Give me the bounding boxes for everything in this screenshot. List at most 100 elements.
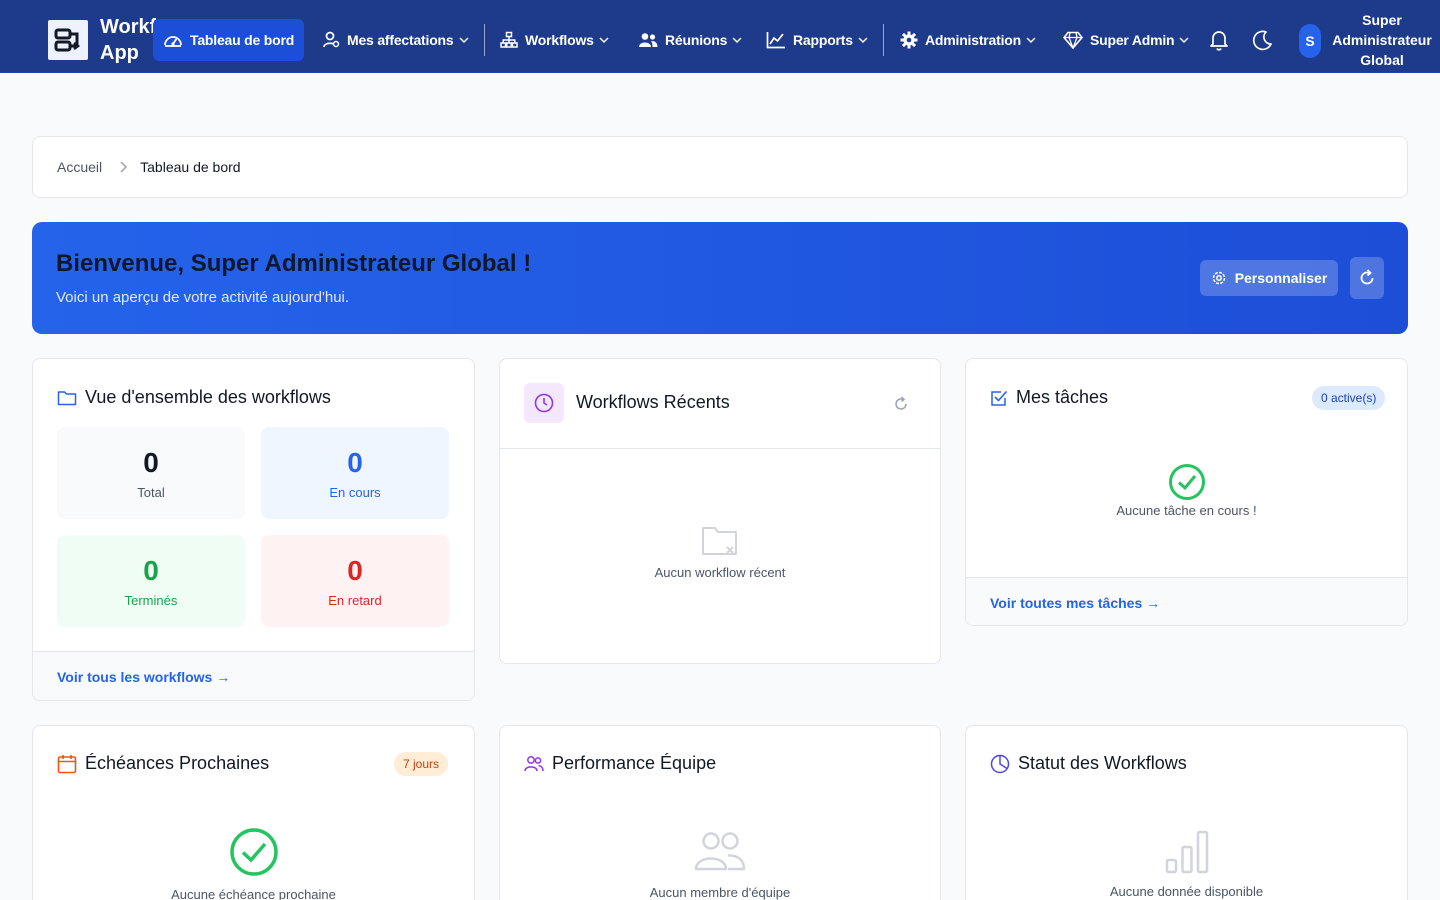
customize-button[interactable]: Personnaliser xyxy=(1200,260,1338,296)
chevron-down-icon xyxy=(731,34,743,46)
chevron-down-icon xyxy=(1025,34,1037,46)
bar-chart-icon xyxy=(1165,830,1208,874)
deadline-range-badge: 7 jours xyxy=(394,752,449,776)
diamond-icon xyxy=(1063,31,1083,49)
stat-total-value: 0 xyxy=(143,446,159,478)
refresh-icon xyxy=(1360,269,1374,285)
moon-icon xyxy=(1252,30,1272,51)
nav-dashboard[interactable]: Tableau de bord xyxy=(153,19,305,61)
nav-workflows-label: Workflows xyxy=(525,32,594,48)
folder-x-icon xyxy=(702,527,737,555)
chevron-down-icon xyxy=(1178,34,1190,46)
calendar-icon xyxy=(57,754,77,773)
refresh-recent-button[interactable] xyxy=(891,394,911,414)
workflow-overview-title: Vue d'ensemble des workflows xyxy=(57,387,331,408)
stat-in-progress[interactable]: 0 En cours xyxy=(261,427,449,519)
bell-icon xyxy=(1210,31,1228,51)
team-performance-title-text: Performance Équipe xyxy=(552,753,717,773)
team-performance-empty-text: Aucun membre d'équipe xyxy=(649,885,791,900)
upcoming-deadlines-card: Échéances Prochaines 7 jours Aucune éché… xyxy=(32,725,475,900)
recent-workflows-title: Workflows Récents xyxy=(576,392,730,412)
nav-divider xyxy=(883,24,884,56)
my-tasks-title: Mes tâches xyxy=(990,387,1108,408)
nav-super-admin-label: Super Admin xyxy=(1090,32,1175,48)
refresh-icon xyxy=(895,396,907,410)
notifications-button[interactable] xyxy=(1208,28,1230,52)
workflow-overview-card: Vue d'ensemble des workflows 0 Total 0 E… xyxy=(32,358,475,701)
workflow-status-empty: Aucune donnée disponible xyxy=(966,830,1407,899)
users-meeting-icon xyxy=(638,32,658,48)
dark-mode-toggle[interactable] xyxy=(1251,28,1273,52)
dashboard-gauge-icon xyxy=(163,32,183,48)
check-circle-icon xyxy=(229,828,278,876)
view-all-workflows-link[interactable]: Voir tous les workflows → xyxy=(57,669,230,685)
divider xyxy=(500,448,940,449)
nav-administration[interactable]: Administration xyxy=(890,19,1047,61)
checkbox-icon xyxy=(991,390,1008,406)
stat-overdue-label: En retard xyxy=(328,592,382,608)
workflow-tree-icon xyxy=(500,31,518,49)
workflow-status-card: Statut des Workflows Aucune donnée dispo… xyxy=(965,725,1408,900)
workflow-overview-title-text: Vue d'ensemble des workflows xyxy=(85,387,331,407)
nav-divider xyxy=(484,24,485,56)
cog-outline-icon xyxy=(1212,271,1225,285)
app-name: Workflow App xyxy=(100,16,156,64)
chevron-right-icon xyxy=(118,160,128,174)
deadlines-empty: Aucune échéance prochaine xyxy=(33,827,474,900)
my-tasks-title-text: Mes tâches xyxy=(1016,387,1109,407)
stat-completed-value: 0 xyxy=(143,554,159,586)
view-all-workflows-footer: Voir tous les workflows → xyxy=(33,651,474,700)
stat-total[interactable]: 0 Total xyxy=(57,427,245,519)
customize-button-label: Personnaliser xyxy=(1234,270,1328,286)
stat-overdue[interactable]: 0 En retard xyxy=(261,535,449,627)
nav-assignments[interactable]: Mes affectations xyxy=(312,19,480,61)
workflow-status-title-text: Statut des Workflows xyxy=(1018,753,1187,773)
nav-reports[interactable]: Rapports xyxy=(756,19,879,61)
team-performance-empty: Aucun membre d'équipe xyxy=(500,831,940,900)
stat-total-label: Total xyxy=(137,484,165,500)
stat-in-progress-value: 0 xyxy=(347,446,363,478)
user-assign-icon xyxy=(322,31,340,49)
workflow-status-title: Statut des Workflows xyxy=(990,753,1187,774)
user-name[interactable]: Super Administrateur Global xyxy=(1330,10,1434,70)
deadlines-empty-text: Aucune échéance prochaine xyxy=(171,887,336,900)
top-navbar: Workflow App Tableau de bord Mes affecta… xyxy=(0,0,1440,73)
active-tasks-badge: 0 active(s) xyxy=(1312,386,1386,410)
stat-completed[interactable]: 0 Terminés xyxy=(57,535,245,627)
chevron-down-icon xyxy=(458,34,470,46)
user-avatar[interactable]: S xyxy=(1299,24,1321,58)
chevron-down-icon xyxy=(598,34,610,46)
breadcrumb-home-link[interactable]: Accueil xyxy=(57,159,102,175)
users-icon xyxy=(524,755,544,771)
welcome-title: Bienvenue, Super Administrateur Global ! xyxy=(56,250,532,277)
stat-overdue-value: 0 xyxy=(347,554,363,586)
team-performance-card: Performance Équipe Aucun membre d'équipe xyxy=(499,725,941,900)
view-all-tasks-footer: Voir toutes mes tâches → xyxy=(966,577,1407,625)
nav-meetings[interactable]: Réunions xyxy=(628,19,753,61)
nav-dashboard-label: Tableau de bord xyxy=(190,32,295,48)
upcoming-deadlines-title-text: Échéances Prochaines xyxy=(85,753,270,773)
upcoming-deadlines-title: Échéances Prochaines xyxy=(57,753,269,774)
stat-completed-label: Terminés xyxy=(124,592,178,608)
breadcrumb: Accueil Tableau de bord xyxy=(32,136,1408,198)
gear-icon xyxy=(900,31,918,49)
folder-icon xyxy=(57,390,77,405)
recent-workflows-card: Workflows Récents Aucun workflow récent xyxy=(499,358,941,664)
app-logo[interactable] xyxy=(48,20,88,60)
my-tasks-empty: Aucune tâche en cours ! xyxy=(966,463,1407,518)
pie-chart-icon xyxy=(990,754,1010,773)
my-tasks-empty-text: Aucune tâche en cours ! xyxy=(1116,503,1257,518)
nav-administration-label: Administration xyxy=(925,32,1021,48)
check-circle-icon xyxy=(1168,464,1205,500)
workflow-logo-icon xyxy=(54,28,81,52)
users-outline-icon xyxy=(694,832,746,871)
refresh-dashboard-button[interactable] xyxy=(1350,257,1384,299)
nav-super-admin[interactable]: Super Admin xyxy=(1053,19,1200,61)
nav-assignments-label: Mes affectations xyxy=(347,32,454,48)
nav-meetings-label: Réunions xyxy=(665,32,728,48)
view-all-tasks-link[interactable]: Voir toutes mes tâches → xyxy=(990,595,1160,611)
chevron-down-icon xyxy=(857,34,869,46)
welcome-banner: Bienvenue, Super Administrateur Global !… xyxy=(32,222,1408,334)
welcome-subtitle: Voici un aperçu de votre activité aujour… xyxy=(56,289,350,306)
nav-workflows[interactable]: Workflows xyxy=(490,19,620,61)
